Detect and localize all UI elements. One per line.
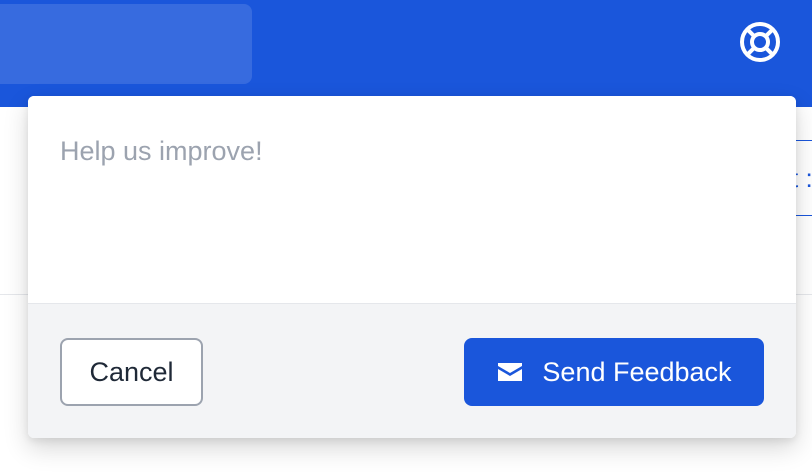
feedback-footer: Cancel Send Feedback — [28, 303, 796, 438]
cancel-button[interactable]: Cancel — [60, 338, 203, 406]
lifebuoy-icon — [739, 21, 781, 68]
feedback-textarea[interactable] — [28, 96, 796, 304]
feedback-popover: Cancel Send Feedback — [28, 96, 796, 438]
help-button[interactable] — [736, 20, 784, 68]
send-feedback-label: Send Feedback — [542, 356, 732, 387]
top-navigation-bar — [0, 0, 812, 107]
search-box[interactable] — [0, 4, 252, 84]
send-feedback-button[interactable]: Send Feedback — [464, 338, 764, 406]
envelope-icon — [496, 361, 524, 383]
